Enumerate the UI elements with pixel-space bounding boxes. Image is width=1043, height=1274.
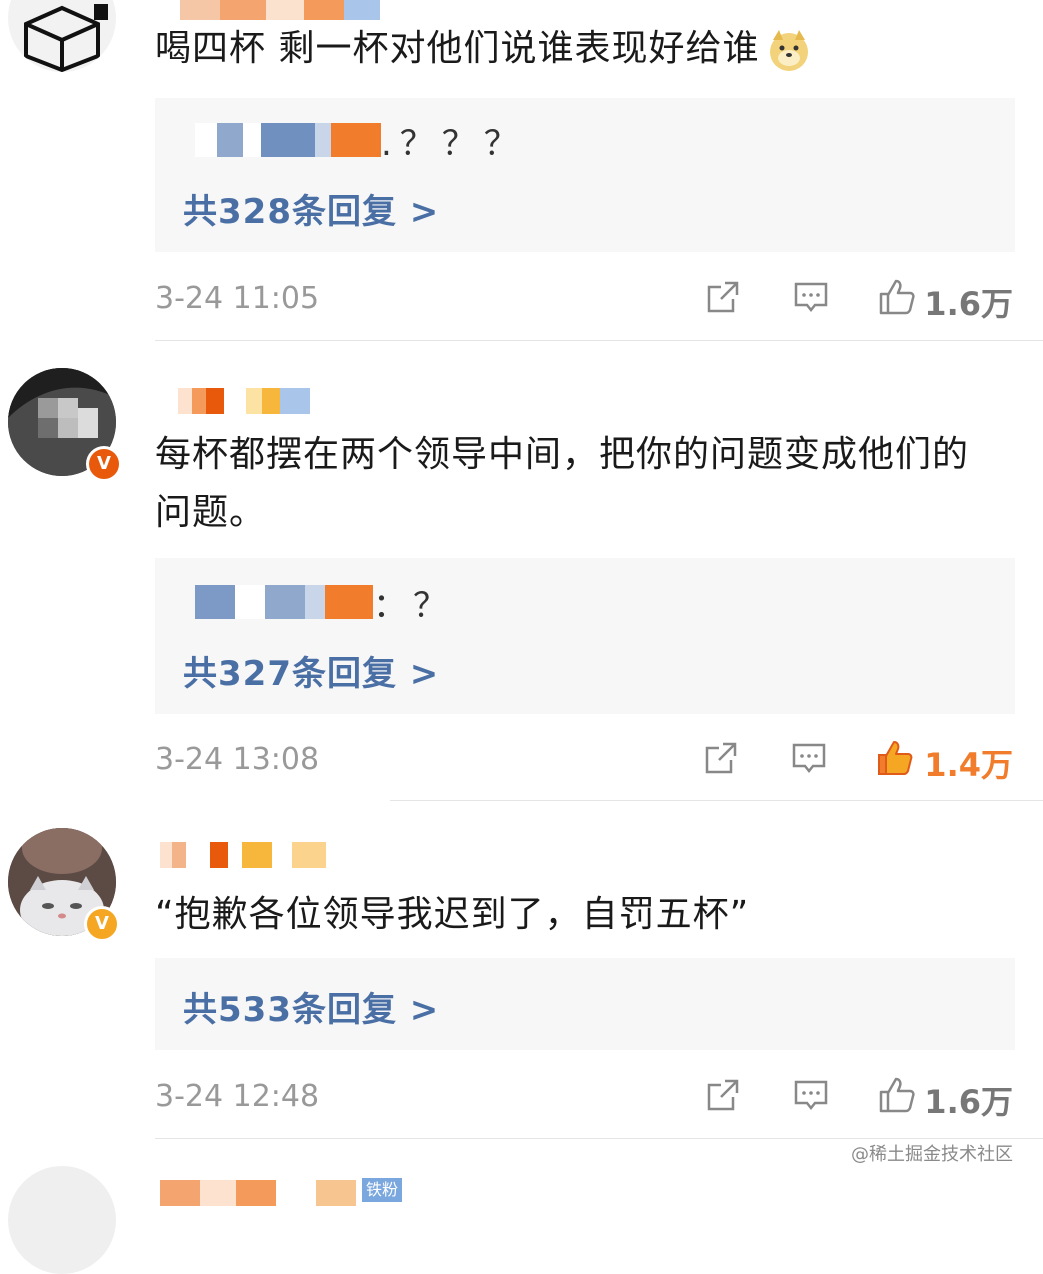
verified-badge-icon: V — [84, 906, 120, 942]
meta-row: 3-24 12:48 1.6万 — [155, 1073, 1015, 1123]
thumbs-up-icon[interactable] — [877, 1075, 917, 1115]
verified-badge-icon: V — [86, 446, 122, 482]
share-icon[interactable] — [703, 277, 743, 317]
like-count: 1.6万 — [924, 1083, 1013, 1121]
reply-preview[interactable]: .？？？ — [195, 118, 526, 164]
username-blurred[interactable] — [178, 388, 310, 414]
like-count: 1.4万 — [924, 746, 1013, 784]
comment-icon[interactable] — [791, 1075, 831, 1115]
meta-row: 3-24 11:05 1.6万 — [155, 275, 1015, 325]
comment-icon[interactable] — [791, 277, 831, 317]
thumbs-up-icon[interactable] — [875, 738, 915, 778]
reply-preview-text: ：？ — [373, 585, 453, 626]
timestamp: 3-24 13:08 — [155, 742, 320, 777]
doge-emoji-icon — [767, 28, 811, 72]
reply-box[interactable]: 共533条回复 > — [155, 958, 1015, 1050]
comment-text: “抱歉各位领导我迟到了，自罚五杯” — [155, 894, 750, 935]
timestamp: 3-24 12:48 — [155, 1079, 320, 1114]
fan-badge-label: 铁粉 — [366, 1180, 399, 1199]
reply-box[interactable]: ：？ 共327条回复 > — [155, 558, 1015, 714]
username-blurred[interactable] — [160, 1180, 356, 1206]
reply-preview[interactable]: ：？ — [195, 580, 453, 626]
divider — [155, 1138, 1043, 1139]
box-avatar-icon — [24, 4, 108, 72]
share-icon[interactable] — [703, 1075, 743, 1115]
divider — [155, 340, 1043, 341]
comment-text: 喝四杯 剩一杯对他们说谁表现好给谁 — [155, 20, 1015, 78]
reply-count-link[interactable]: 共327条回复 > — [183, 646, 439, 695]
comment-icon[interactable] — [789, 738, 829, 778]
avatar[interactable] — [8, 1166, 116, 1274]
reply-count-link[interactable]: 共533条回复 > — [183, 982, 439, 1031]
watermark: @稀土掘金技术社区 — [851, 1144, 1013, 1165]
reply-box[interactable]: .？？？ 共328条回复 > — [155, 98, 1015, 252]
share-icon[interactable] — [701, 738, 741, 778]
like-count: 1.6万 — [924, 285, 1013, 323]
username-blurred[interactable] — [180, 0, 380, 20]
thumbs-up-icon[interactable] — [877, 277, 917, 317]
divider — [390, 800, 1043, 801]
username-blurred[interactable] — [160, 842, 326, 868]
reply-count-link[interactable]: 共328条回复 > — [183, 184, 439, 233]
meta-row: 3-24 13:08 1.4万 — [155, 736, 1015, 786]
reply-preview-text: .？？？ — [381, 123, 526, 164]
fan-badge: 铁粉 — [362, 1178, 403, 1202]
avatar[interactable] — [8, 0, 116, 72]
timestamp: 3-24 11:05 — [155, 281, 320, 316]
comment-text: 每杯都摆在两个领导中间，把你的问题变成他们的问题。 — [155, 434, 970, 533]
